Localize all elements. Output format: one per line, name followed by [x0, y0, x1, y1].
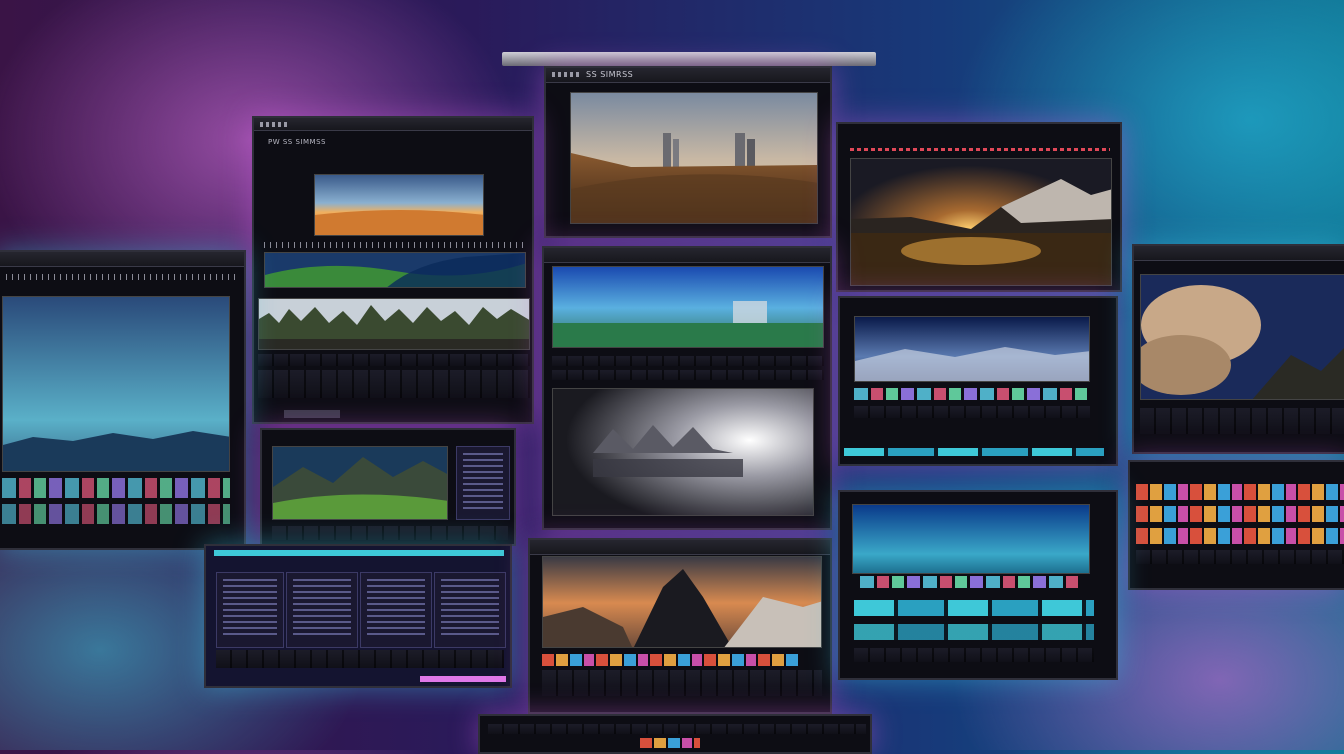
- timeline-track[interactable]: [1136, 550, 1344, 564]
- effects-list: [293, 579, 351, 639]
- window-titlebar: SS SIMRSS: [546, 68, 830, 83]
- properties-panel: [456, 446, 510, 520]
- inspector-list: [367, 579, 425, 639]
- timeline-clips[interactable]: [1136, 484, 1344, 500]
- timeline-track[interactable]: [854, 648, 1094, 662]
- properties-list: [463, 453, 503, 513]
- audio-panel: [434, 572, 506, 648]
- timeline-clips[interactable]: [854, 388, 1090, 400]
- cyan-header-strip: [214, 550, 504, 556]
- status-strip: [284, 410, 340, 418]
- video-preview-blue-sky[interactable]: [852, 504, 1090, 574]
- timeline-track[interactable]: [552, 370, 824, 380]
- audio-list: [441, 579, 499, 639]
- timeline-clips[interactable]: [542, 654, 798, 666]
- timeline-ruler: [6, 274, 236, 280]
- video-preview-rock-peak[interactable]: [542, 556, 822, 648]
- effects-panel: [286, 572, 358, 648]
- editor-window-far-right-lower: [1128, 460, 1344, 590]
- video-preview-blue-mountains[interactable]: [2, 296, 230, 472]
- timeline-ruler: [264, 242, 526, 248]
- landscape-image: [259, 299, 529, 349]
- editor-window-far-right: [1132, 244, 1344, 454]
- pink-footer-strip: [420, 676, 506, 682]
- landscape-image: [553, 389, 813, 515]
- window-titlebar: [544, 248, 830, 263]
- timeline-track[interactable]: [1140, 408, 1344, 434]
- landscape-image: [543, 557, 821, 647]
- editor-window-upper-left: PW SS SIMMSS: [252, 116, 534, 424]
- video-preview-desert-sunset[interactable]: [314, 174, 484, 236]
- landscape-image: [1141, 275, 1344, 399]
- editor-window-upper-right: [836, 122, 1122, 292]
- editor-window-lower-left: [204, 544, 512, 688]
- red-timeline-marker: [850, 148, 1110, 151]
- timeline-track[interactable]: [272, 526, 508, 540]
- editor-window-bottom-strip: [478, 714, 872, 754]
- timeline-track[interactable]: [844, 448, 1104, 456]
- landscape-image: [3, 297, 229, 471]
- video-preview-seascape[interactable]: [552, 266, 824, 348]
- timeline-clips[interactable]: [2, 478, 230, 498]
- timeline-clips[interactable]: [2, 504, 230, 524]
- media-panel: [216, 572, 284, 648]
- menu-dots-icon: [552, 72, 582, 77]
- editor-window-mid-left: [260, 428, 516, 546]
- timeline-track[interactable]: [854, 624, 1094, 640]
- timeline-track[interactable]: [488, 724, 866, 734]
- landscape-image: [273, 447, 447, 519]
- inspector-panel: [360, 572, 432, 648]
- editor-window-lower-right: [838, 490, 1118, 680]
- timeline-track[interactable]: [542, 670, 822, 696]
- editor-window-top-center: SS SIMRSS: [544, 66, 832, 238]
- window-titlebar: [530, 540, 830, 555]
- menu-dots-icon: [260, 122, 290, 127]
- landscape-image: [265, 253, 525, 287]
- timeline-track[interactable]: [854, 406, 1090, 418]
- timeline-track[interactable]: [216, 650, 504, 668]
- landscape-image: [315, 175, 483, 235]
- timeline-clips[interactable]: [640, 738, 700, 748]
- editor-window-lower-center: [528, 538, 832, 714]
- timeline-track[interactable]: [258, 370, 530, 398]
- video-preview-canyon-city[interactable]: [570, 92, 818, 224]
- editor-window-far-left: [0, 250, 246, 550]
- landscape-image: [553, 267, 823, 347]
- window-titlebar: [1134, 246, 1344, 261]
- landscape-image: [571, 93, 817, 223]
- timeline-track[interactable]: [552, 356, 824, 366]
- video-preview-green-peaks[interactable]: [272, 446, 448, 520]
- video-preview-lake-sunrise[interactable]: [850, 158, 1112, 286]
- timeline-track[interactable]: [854, 600, 1094, 616]
- landscape-image: [851, 159, 1111, 285]
- window-title: SS SIMRSS: [586, 70, 634, 79]
- window-subtitle: PW SS SIMMSS: [268, 138, 326, 146]
- video-preview-clouds[interactable]: [1140, 274, 1344, 400]
- timeline-clips[interactable]: [1136, 528, 1344, 544]
- timeline-clips[interactable]: [860, 576, 1080, 588]
- video-preview-mist-reflection[interactable]: [552, 388, 814, 516]
- window-titlebar: [0, 252, 244, 267]
- video-preview-green-valley[interactable]: [264, 252, 526, 288]
- window-titlebar: [254, 118, 532, 131]
- timeline-track[interactable]: [258, 354, 530, 366]
- editor-window-right-middle: [838, 296, 1118, 466]
- landscape-image: [855, 317, 1089, 381]
- timeline-clips[interactable]: [1136, 506, 1344, 522]
- video-preview-forest-strip[interactable]: [258, 298, 530, 350]
- monitor-top-bezel: [502, 52, 876, 66]
- video-preview-dusk-horizon[interactable]: [854, 316, 1090, 382]
- media-list: [223, 579, 277, 639]
- editor-window-center-middle: [542, 246, 832, 530]
- landscape-image: [853, 505, 1089, 573]
